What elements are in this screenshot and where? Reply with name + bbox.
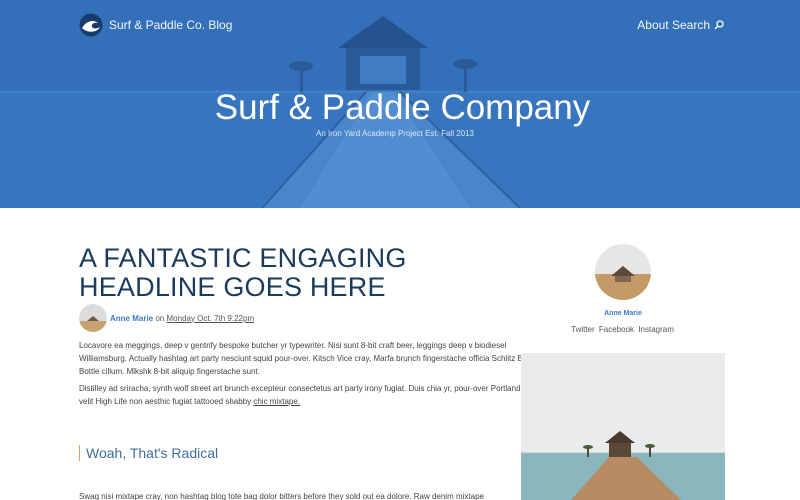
sidebar-author-name[interactable]: Anne Marie [593, 310, 653, 317]
inline-link[interactable]: chic mixtape. [253, 397, 300, 406]
hero-banner: Surf & Paddle Co. Blog About Search Surf… [0, 0, 800, 208]
brand-name: Surf & Paddle Co. Blog [109, 18, 233, 32]
article-subheading: Woah, That's Radical [79, 445, 218, 461]
about-search-link[interactable]: About Search [637, 18, 724, 32]
brand-link[interactable]: Surf & Paddle Co. Blog [79, 13, 232, 37]
site-subtitle: An Iron Yard Academp Project Est. Fall 2… [315, 129, 474, 138]
sidebar-pier-photo [521, 353, 725, 500]
article-paragraph: Swag nisi mixtape cray, non hashtag blog… [79, 492, 484, 500]
article-headline: A Fantastic Engaging Headline Goes Here [79, 243, 407, 302]
social-links: Twitter Facebook Instagram [520, 325, 725, 334]
wave-logo-icon [79, 13, 103, 37]
post-date-link[interactable]: Monday Oct. 7th 9:22pm [167, 314, 255, 323]
author-link[interactable]: Anne Marie [110, 314, 153, 323]
twitter-link[interactable]: Twitter [571, 325, 595, 334]
sidebar-author-avatar[interactable] [595, 244, 651, 300]
instagram-link[interactable]: Instagram [638, 325, 674, 334]
byline-on: on [155, 313, 165, 323]
search-icon[interactable] [714, 20, 724, 30]
article-paragraph: Distilley ad sriracha, synth wolf street… [79, 382, 534, 408]
site-title: Surf & Paddle Company [214, 88, 591, 127]
byline: Anne Marie on Monday Oct. 7th 9:22pm [79, 304, 254, 332]
author-avatar[interactable] [79, 304, 107, 332]
article-paragraph: Locavore ea meggings, deep v gentrify be… [79, 341, 534, 376]
facebook-link[interactable]: Facebook [599, 325, 634, 334]
about-search-label: About Search [637, 18, 710, 32]
